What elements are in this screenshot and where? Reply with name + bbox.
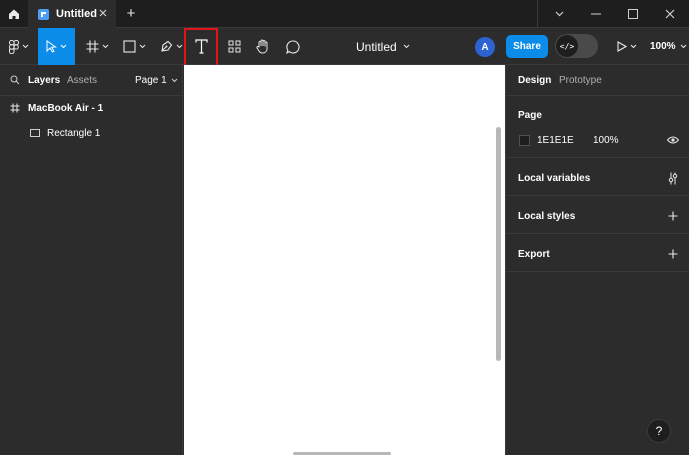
comment-tool-button[interactable]	[280, 28, 306, 65]
cursor-icon	[46, 40, 57, 53]
figma-logo-icon	[9, 39, 19, 54]
page-selector[interactable]: Page 1	[135, 75, 178, 86]
page-color-swatch[interactable]	[519, 135, 530, 146]
visibility-toggle[interactable]	[665, 132, 681, 148]
layer-row-frame[interactable]: MacBook Air - 1	[0, 96, 183, 120]
page-section	[506, 96, 689, 158]
document-title-button[interactable]: Untitled	[356, 28, 410, 65]
dev-mode-toggle[interactable]: </>	[555, 34, 598, 58]
close-icon	[99, 9, 107, 17]
hand-icon	[256, 39, 268, 54]
local-variables-title: Local variables	[518, 173, 591, 184]
plus-icon	[668, 211, 678, 221]
rectangle-icon	[122, 40, 136, 53]
layers-panel: Layers Assets Page 1 MacBook Air - 1 Rec…	[0, 65, 183, 455]
zoom-dropdown[interactable]: 100%	[650, 28, 687, 65]
canvas[interactable]	[184, 65, 505, 455]
maximize-icon	[628, 9, 638, 19]
page-opacity[interactable]: 100%	[593, 135, 619, 146]
sliders-icon	[668, 172, 678, 184]
canvas-vertical-scrollbar[interactable]	[496, 127, 501, 361]
chevron-down-icon	[171, 78, 178, 83]
chevron-down-icon	[102, 44, 108, 49]
properties-panel: Design Prototype Page 1E1E1E 100% Local …	[505, 65, 689, 455]
file-tab[interactable]: Untitled	[28, 0, 116, 28]
chevron-down-icon	[60, 44, 67, 49]
tab-layers[interactable]: Layers	[28, 75, 60, 86]
chevron-down-icon	[680, 44, 686, 49]
avatar[interactable]: A	[475, 37, 495, 57]
close-window-icon	[665, 9, 675, 19]
tab-design[interactable]: Design	[518, 75, 551, 86]
frame-tool-button[interactable]	[80, 28, 114, 65]
shape-tool-button[interactable]	[117, 28, 151, 65]
chevron-down-icon	[403, 44, 410, 49]
maximize-button[interactable]	[616, 0, 650, 28]
export-title: Export	[518, 249, 550, 260]
page-selector-label: Page 1	[135, 75, 167, 86]
zoom-label: 100%	[650, 41, 676, 52]
layer-row-rectangle[interactable]: Rectangle 1	[0, 121, 183, 145]
minimize-icon	[591, 13, 601, 15]
play-icon	[617, 41, 627, 52]
titlebar-divider	[537, 0, 538, 28]
text-tool-highlight	[184, 28, 218, 67]
frame-icon	[10, 103, 20, 113]
chevron-down-icon	[176, 44, 182, 49]
layer-name: Rectangle 1	[47, 127, 101, 139]
pen-icon	[160, 40, 172, 52]
tab-label: Untitled	[56, 8, 97, 20]
layer-name: MacBook Air - 1	[28, 102, 104, 114]
chevron-down-icon	[555, 11, 563, 17]
page-section-title: Page	[518, 110, 542, 121]
new-tab-button[interactable]: +	[122, 4, 140, 22]
tab-assets[interactable]: Assets	[67, 75, 97, 86]
home-button[interactable]	[0, 0, 28, 28]
pen-tool-button[interactable]	[154, 28, 188, 65]
code-icon: </>	[556, 35, 578, 57]
eye-icon	[667, 136, 679, 144]
move-tool-button[interactable]	[38, 28, 75, 65]
resources-button[interactable]	[221, 28, 247, 65]
comment-icon	[286, 39, 300, 54]
tabs-dropdown-button[interactable]	[542, 0, 576, 28]
title-bar: Untitled +	[0, 0, 689, 28]
plus-icon: +	[126, 4, 136, 22]
resources-icon	[228, 40, 240, 53]
chevron-down-icon	[630, 44, 637, 49]
frame-icon	[86, 40, 98, 53]
plus-icon	[668, 249, 678, 259]
help-icon: ?	[655, 424, 663, 438]
home-icon	[9, 9, 19, 19]
add-export-button[interactable]	[665, 246, 681, 262]
rectangle-icon	[30, 129, 40, 137]
close-window-button[interactable]	[653, 0, 687, 28]
local-variables-button[interactable]	[665, 170, 681, 186]
layers-panel-header: Layers Assets Page 1	[0, 65, 183, 96]
minimize-button[interactable]	[579, 0, 613, 28]
document-title: Untitled	[356, 39, 397, 54]
close-tab-button[interactable]	[96, 6, 110, 20]
main-menu-button[interactable]	[4, 28, 34, 65]
share-button[interactable]: Share	[506, 35, 548, 58]
chevron-down-icon	[22, 44, 29, 49]
figma-file-icon	[38, 8, 49, 20]
local-styles-title: Local styles	[518, 211, 576, 222]
help-button[interactable]: ?	[647, 419, 671, 443]
chevron-down-icon	[139, 44, 145, 49]
present-button[interactable]	[612, 28, 642, 65]
tab-prototype[interactable]: Prototype	[559, 75, 602, 86]
properties-tabs: Design Prototype	[506, 65, 689, 96]
search-icon[interactable]	[10, 75, 20, 85]
add-style-button[interactable]	[665, 208, 681, 224]
page-color-hex[interactable]: 1E1E1E	[537, 135, 574, 146]
hand-tool-button[interactable]	[250, 28, 276, 65]
